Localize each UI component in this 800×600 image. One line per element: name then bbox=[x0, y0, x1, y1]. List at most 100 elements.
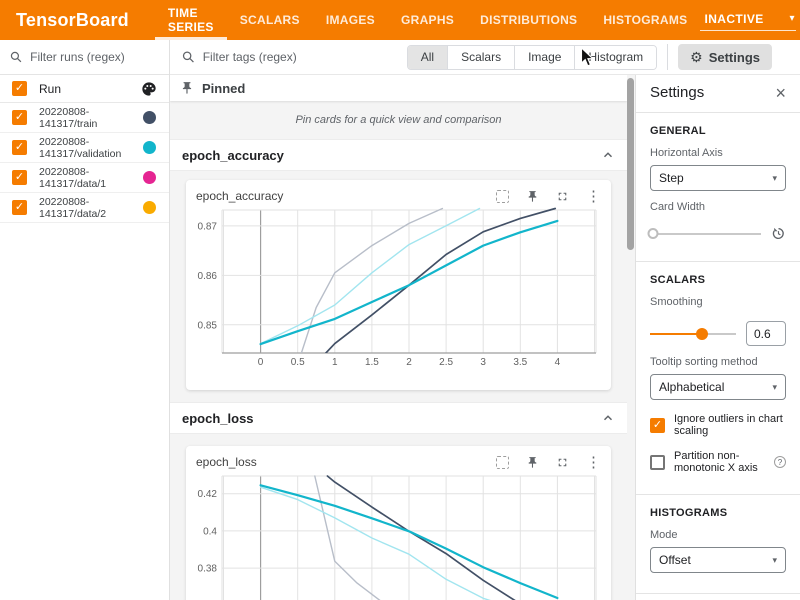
partition-x-axis-checkbox[interactable]: ✓ bbox=[650, 455, 665, 470]
pin-icon[interactable] bbox=[526, 456, 539, 469]
chevron-up-icon[interactable] bbox=[601, 148, 615, 162]
run-row-validation[interactable]: ✓ 20220808-141317/validation bbox=[0, 133, 169, 163]
filter-runs-input[interactable] bbox=[30, 50, 159, 64]
run-name: 20220808-141317/data/1 bbox=[39, 166, 139, 190]
ignore-outliers-label: Ignore outliers in chart scaling bbox=[674, 413, 786, 437]
partition-x-axis-label: Partition non-monotonic X axis bbox=[674, 450, 765, 474]
reset-icon[interactable] bbox=[771, 226, 786, 241]
tab-scalars[interactable]: SCALARS bbox=[227, 0, 313, 40]
svg-text:0.42: 0.42 bbox=[198, 489, 218, 500]
pinned-section-header[interactable]: Pinned bbox=[170, 75, 627, 101]
checkmark-icon: ✓ bbox=[15, 172, 24, 183]
mouse-cursor bbox=[580, 47, 595, 68]
kebab-menu-icon[interactable]: ⋮ bbox=[586, 455, 601, 470]
kebab-menu-icon[interactable]: ⋮ bbox=[586, 189, 601, 204]
smoothing-label: Smoothing bbox=[650, 296, 786, 308]
card-width-slider[interactable] bbox=[650, 227, 761, 241]
run-checkbox[interactable]: ✓ bbox=[12, 140, 27, 155]
settings-button[interactable]: ⚙ Settings bbox=[678, 44, 772, 70]
search-icon bbox=[10, 50, 22, 64]
runs-column-header: Run bbox=[39, 82, 141, 96]
horizontal-axis-value: Step bbox=[659, 171, 684, 185]
section-header-epoch-accuracy[interactable]: epoch_accuracy bbox=[170, 139, 627, 171]
svg-text:3.5: 3.5 bbox=[513, 357, 527, 368]
epoch-accuracy-chart[interactable]: 00.511.522.533.540.850.860.87 bbox=[196, 207, 601, 384]
histograms-heading: HISTOGRAMS bbox=[650, 507, 786, 519]
run-checkbox[interactable]: ✓ bbox=[12, 200, 27, 215]
settings-section-histograms: HISTOGRAMS Mode Offset ▾ bbox=[636, 494, 800, 587]
run-row-train[interactable]: ✓ 20220808-141317/train bbox=[0, 103, 169, 133]
chevron-up-icon[interactable] bbox=[601, 411, 615, 425]
main-scrollbar-track[interactable] bbox=[627, 75, 635, 600]
tab-images[interactable]: IMAGES bbox=[313, 0, 388, 40]
checkmark-icon: ✓ bbox=[15, 202, 24, 213]
svg-text:0.86: 0.86 bbox=[198, 271, 218, 282]
histogram-mode-label: Mode bbox=[650, 529, 786, 541]
histogram-mode-value: Offset bbox=[659, 553, 691, 567]
smoothing-value-input[interactable]: 0.6 bbox=[746, 321, 786, 346]
svg-text:1: 1 bbox=[332, 357, 338, 368]
checkmark-icon: ✓ bbox=[653, 420, 662, 431]
pin-empty-message: Pin cards for a quick view and compariso… bbox=[170, 101, 627, 139]
run-checkbox[interactable]: ✓ bbox=[12, 110, 27, 125]
tags-toolbar: All Scalars Image Histogram ⚙ Settings bbox=[170, 40, 800, 75]
horizontal-axis-label: Horizontal Axis bbox=[650, 147, 786, 159]
app-header: TensorBoard TIME SERIES SCALARS IMAGES G… bbox=[0, 0, 800, 40]
run-row-data-1[interactable]: ✓ 20220808-141317/data/1 bbox=[0, 163, 169, 193]
section-title: epoch_loss bbox=[182, 411, 254, 426]
run-checkbox[interactable]: ✓ bbox=[12, 170, 27, 185]
app-logo: TensorBoard bbox=[16, 10, 129, 31]
svg-text:3: 3 bbox=[480, 357, 486, 368]
pin-icon[interactable] bbox=[526, 190, 539, 203]
histogram-mode-select[interactable]: Offset ▾ bbox=[650, 547, 786, 573]
run-name: 20220808-141317/validation bbox=[39, 136, 139, 160]
help-icon[interactable]: ? bbox=[774, 456, 786, 468]
tooltip-sorting-select[interactable]: Alphabetical ▾ bbox=[650, 374, 786, 400]
smoothing-slider[interactable] bbox=[650, 327, 736, 341]
svg-text:0.38: 0.38 bbox=[198, 564, 218, 575]
fullscreen-icon[interactable] bbox=[556, 190, 569, 203]
chevron-down-icon: ▾ bbox=[772, 173, 777, 184]
reload-status-select[interactable]: INACTIVE ▾ bbox=[700, 10, 796, 31]
card-title: epoch_accuracy bbox=[196, 189, 496, 203]
filter-all-button[interactable]: All bbox=[408, 46, 448, 69]
close-icon[interactable]: × bbox=[775, 84, 786, 102]
filter-tags-input[interactable] bbox=[203, 50, 407, 64]
filter-scalars-button[interactable]: Scalars bbox=[448, 46, 515, 69]
tab-time-series[interactable]: TIME SERIES bbox=[155, 0, 227, 40]
plugin-filter-group: All Scalars Image Histogram bbox=[407, 45, 657, 70]
tab-distributions[interactable]: DISTRIBUTIONS bbox=[467, 0, 590, 40]
ignore-outliers-checkbox[interactable]: ✓ bbox=[650, 418, 665, 433]
svg-text:2: 2 bbox=[406, 357, 412, 368]
chevron-down-icon: ▾ bbox=[789, 13, 794, 24]
tab-histograms[interactable]: HISTOGRAMS bbox=[590, 0, 700, 40]
section-header-epoch-loss[interactable]: epoch_loss bbox=[170, 402, 627, 434]
svg-text:0.85: 0.85 bbox=[198, 320, 218, 331]
epoch-loss-chart[interactable]: 0.420.40.380.36 bbox=[196, 473, 601, 600]
card-title: epoch_loss bbox=[196, 455, 496, 469]
checkmark-icon: ✓ bbox=[15, 112, 24, 123]
toolbar-divider bbox=[667, 44, 668, 70]
fit-to-domain-icon[interactable] bbox=[496, 456, 509, 469]
svg-text:0.87: 0.87 bbox=[198, 221, 218, 232]
run-name: 20220808-141317/train bbox=[39, 106, 139, 130]
palette-icon[interactable] bbox=[141, 81, 157, 97]
scalars-heading: SCALARS bbox=[650, 274, 786, 286]
main-scrollbar-thumb[interactable] bbox=[627, 78, 634, 250]
pinned-label: Pinned bbox=[202, 81, 245, 96]
run-color-dot bbox=[143, 201, 156, 214]
svg-text:1.5: 1.5 bbox=[365, 357, 379, 368]
tab-graphs[interactable]: GRAPHS bbox=[388, 0, 467, 40]
filter-image-button[interactable]: Image bbox=[515, 46, 575, 69]
fit-to-domain-icon[interactable] bbox=[496, 190, 509, 203]
reload-status-value: INACTIVE bbox=[704, 12, 763, 26]
horizontal-axis-select[interactable]: Step ▾ bbox=[650, 165, 786, 191]
run-color-dot bbox=[143, 111, 156, 124]
select-all-runs-checkbox[interactable]: ✓ bbox=[12, 81, 27, 96]
top-nav: TIME SERIES SCALARS IMAGES GRAPHS DISTRI… bbox=[155, 0, 701, 40]
checkmark-icon: ✓ bbox=[15, 142, 24, 153]
run-row-data-2[interactable]: ✓ 20220808-141317/data/2 bbox=[0, 193, 169, 223]
gear-icon: ⚙ bbox=[690, 49, 703, 66]
scalar-card-epoch-accuracy: epoch_accuracy ⋮ 00.511.522.53 bbox=[186, 180, 611, 390]
fullscreen-icon[interactable] bbox=[556, 456, 569, 469]
